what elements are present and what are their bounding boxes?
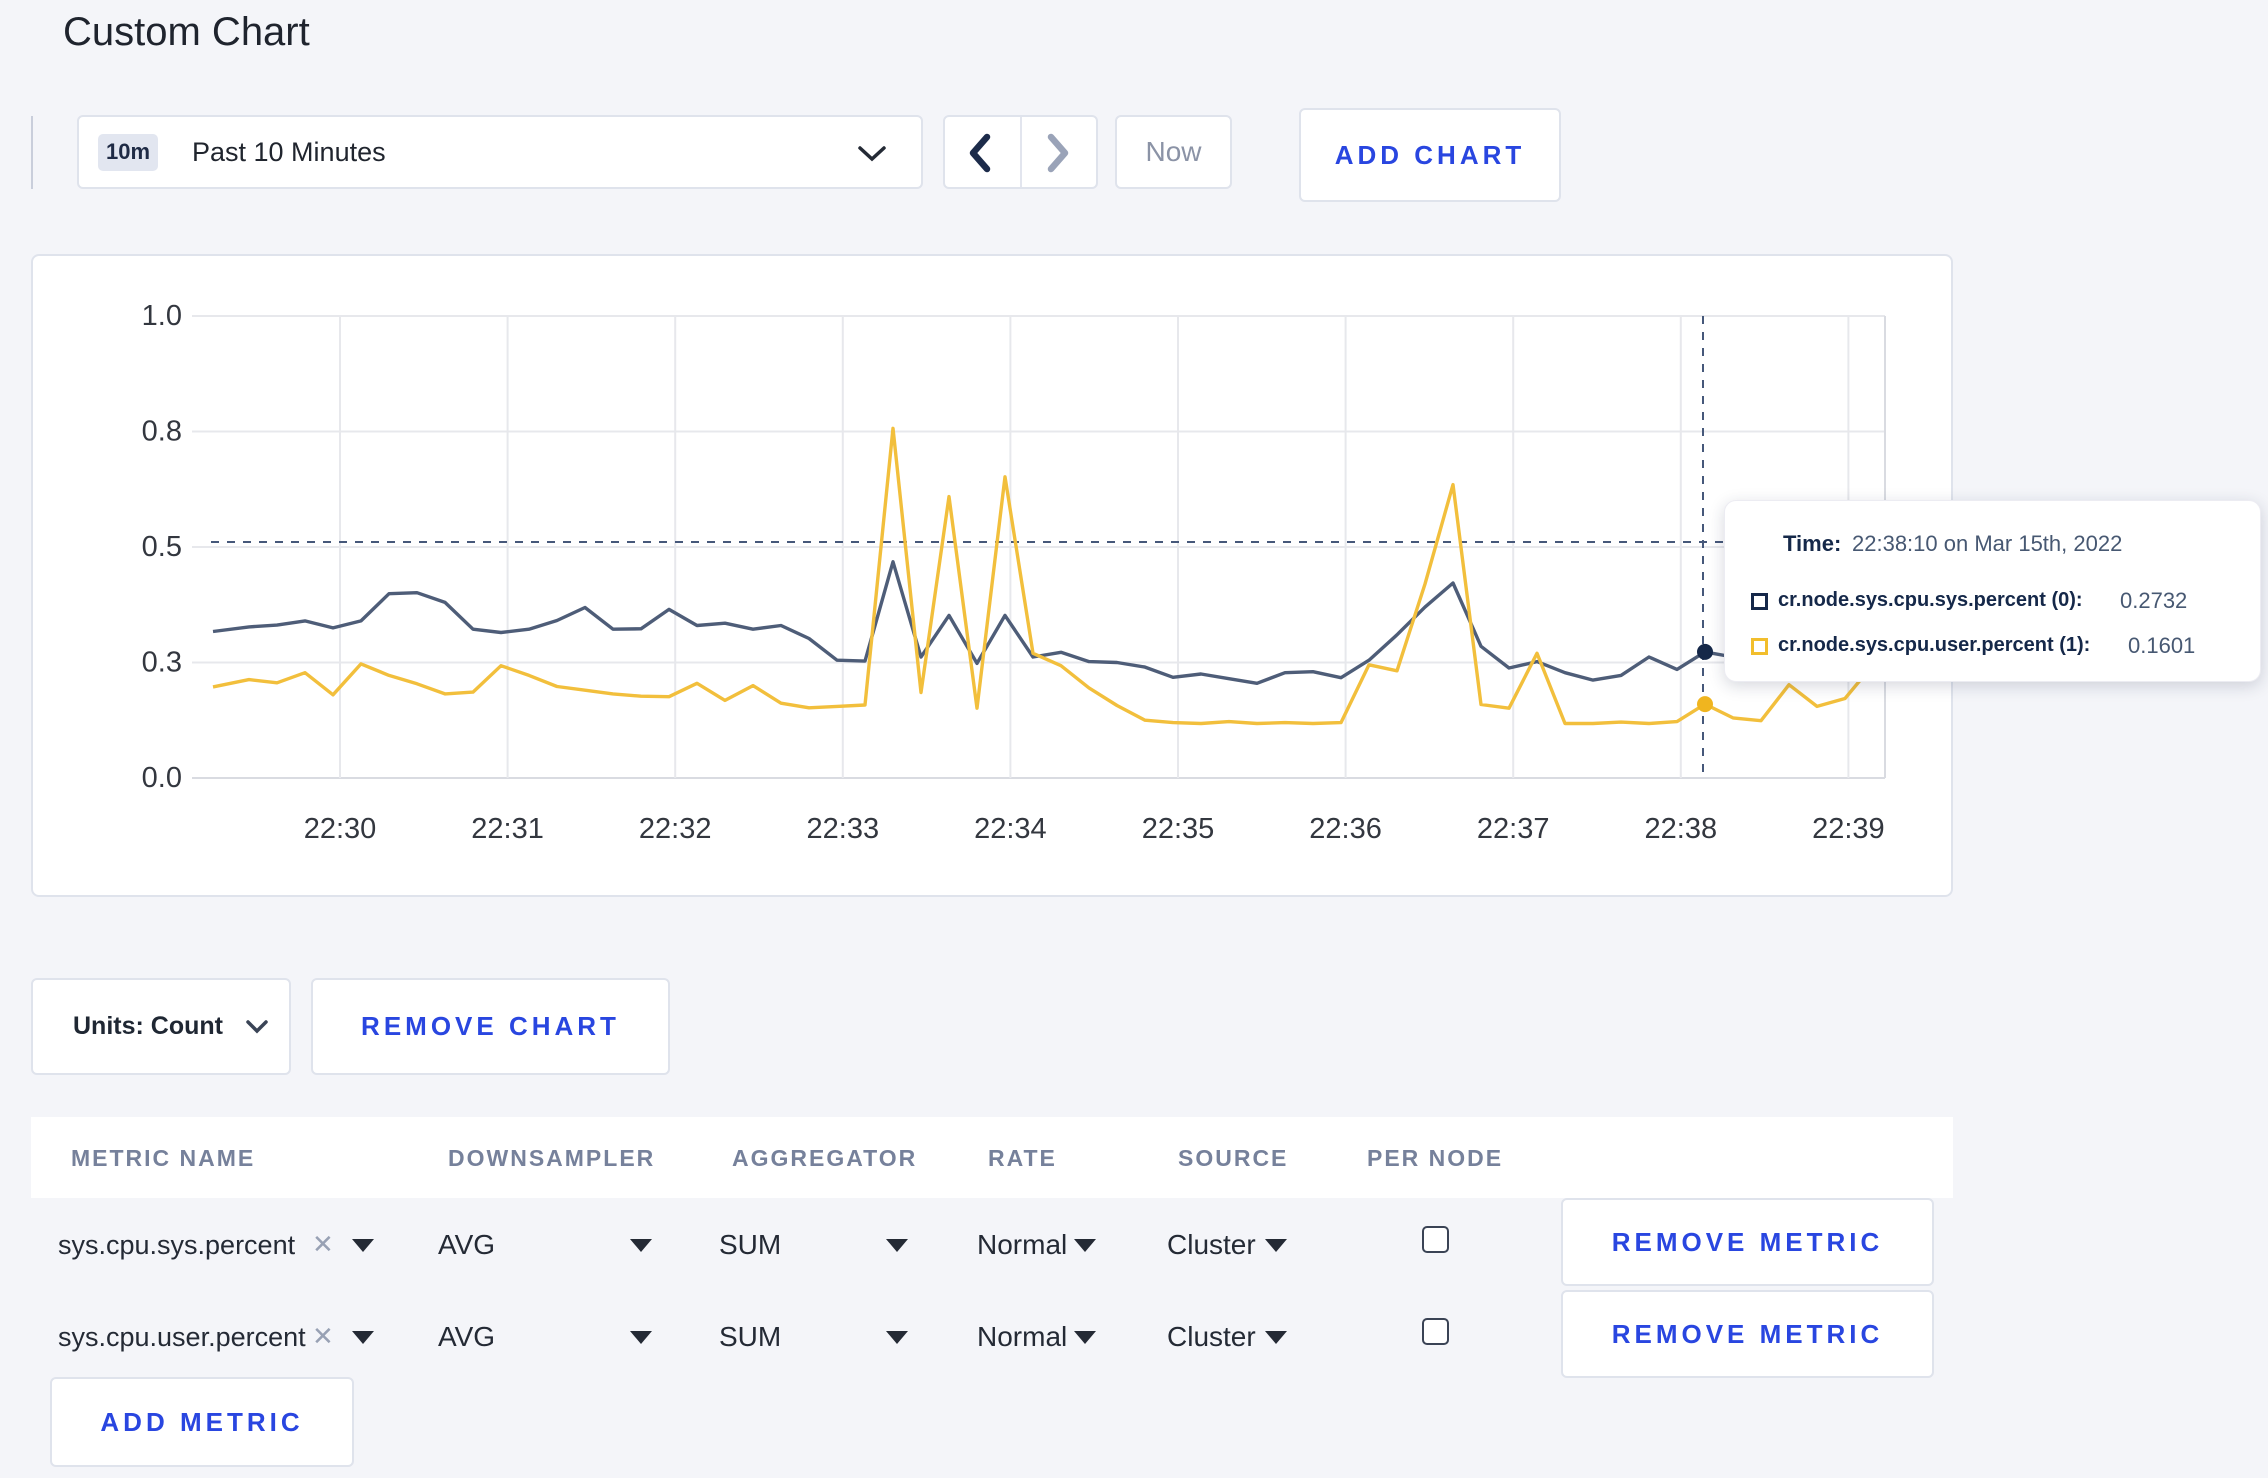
svg-text:22:30: 22:30 <box>304 813 377 845</box>
svg-text:22:31: 22:31 <box>471 813 544 845</box>
svg-text:22:35: 22:35 <box>1142 813 1215 845</box>
svg-text:22:37: 22:37 <box>1477 813 1550 845</box>
svg-text:22:38: 22:38 <box>1645 813 1718 845</box>
svg-text:0.0: 0.0 <box>142 762 182 794</box>
svg-text:22:34: 22:34 <box>974 813 1047 845</box>
svg-text:0.3: 0.3 <box>142 647 182 679</box>
svg-text:22:36: 22:36 <box>1309 813 1382 845</box>
svg-text:22:33: 22:33 <box>807 813 880 845</box>
svg-text:0.8: 0.8 <box>142 416 182 448</box>
svg-text:1.0: 1.0 <box>142 300 182 332</box>
svg-text:0.5: 0.5 <box>142 531 182 563</box>
svg-text:22:32: 22:32 <box>639 813 712 845</box>
svg-text:22:39: 22:39 <box>1812 813 1885 845</box>
